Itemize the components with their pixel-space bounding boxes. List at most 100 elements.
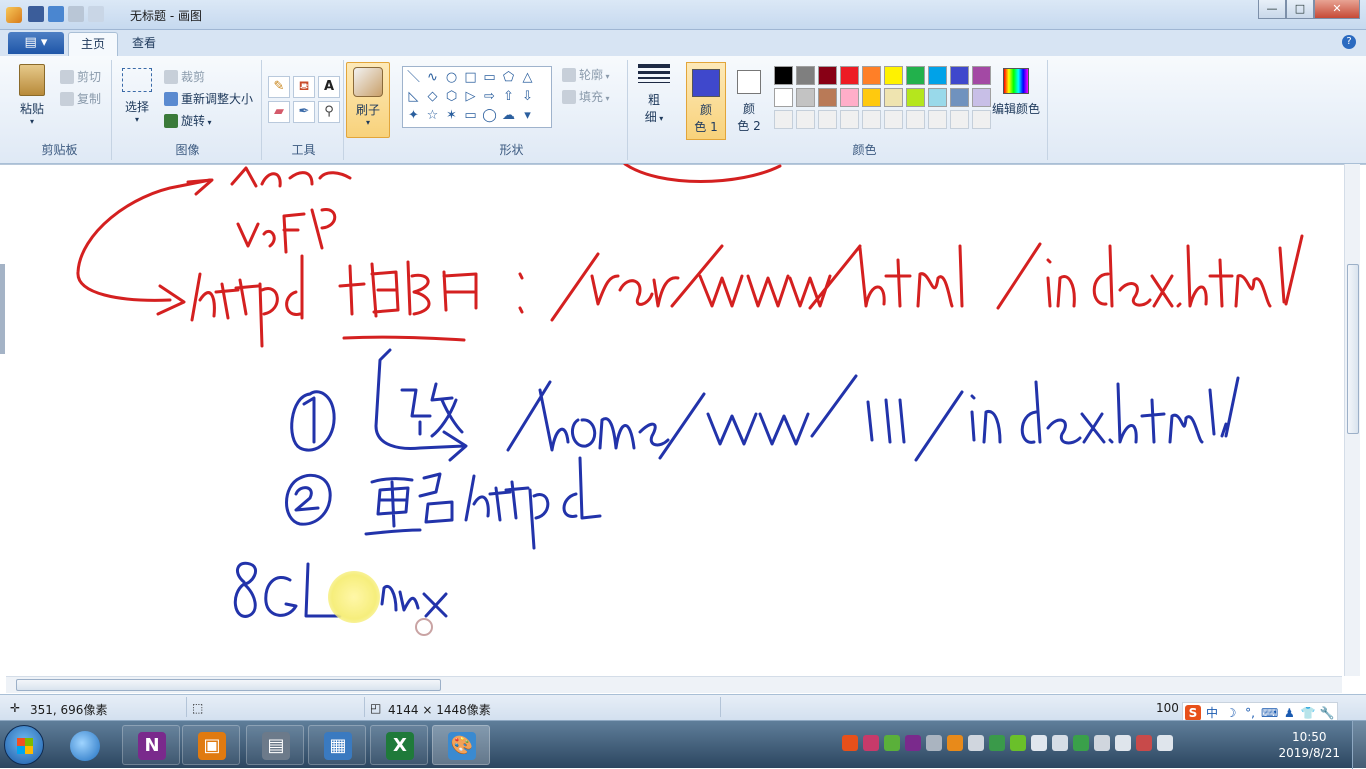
tray-helper-icon[interactable]	[968, 735, 984, 751]
taskbar-app-network[interactable]: ▦	[308, 725, 366, 765]
shape-option[interactable]: ∿	[423, 68, 442, 87]
palette-swatch[interactable]	[840, 110, 859, 129]
zoom-level[interactable]: 100	[1156, 701, 1179, 715]
palette-swatch[interactable]	[774, 88, 793, 107]
tray-network-icon[interactable]	[1157, 735, 1173, 751]
shape-option[interactable]: ⬠	[499, 68, 518, 87]
palette-swatch[interactable]	[818, 66, 837, 85]
tray-onenote-icon[interactable]	[905, 735, 921, 751]
save-icon[interactable]	[28, 6, 44, 22]
shape-option[interactable]: □	[461, 68, 480, 87]
copy-button[interactable]: 复制	[60, 90, 101, 107]
shape-option[interactable]: ▭	[480, 68, 499, 87]
shape-option[interactable]: ⬡	[442, 87, 461, 106]
palette-swatch[interactable]	[884, 66, 903, 85]
ime-punct-icon[interactable]: °,	[1242, 705, 1258, 721]
brushes-button[interactable]: 刷子 ▾	[346, 62, 390, 138]
tab-view[interactable]: 查看	[120, 32, 168, 56]
ime-user-icon[interactable]: ♟	[1281, 705, 1297, 721]
taskbar-app-paint[interactable]: 🎨	[432, 725, 490, 765]
tray-sogou-icon[interactable]	[842, 735, 858, 751]
shape-option[interactable]: ◯	[480, 106, 499, 125]
shape-option[interactable]: ▾	[518, 106, 537, 125]
shape-option[interactable]: ✶	[442, 106, 461, 125]
palette-swatch[interactable]	[840, 88, 859, 107]
ime-skin-icon[interactable]: 👕	[1300, 705, 1316, 721]
clock[interactable]: 10:50 2019/8/21	[1278, 729, 1340, 761]
palette-swatch[interactable]	[796, 110, 815, 129]
color2-button[interactable]: 颜 色 2	[730, 62, 768, 134]
tray-window-icon[interactable]	[1031, 735, 1047, 751]
color1-button[interactable]: 颜 色 1	[686, 62, 726, 140]
size-button[interactable]: 粗 细 ▾	[634, 62, 674, 125]
text-tool-icon[interactable]: A	[318, 76, 340, 98]
paste-button[interactable]: 粘贴 ▾	[12, 62, 52, 126]
taskbar-app-remote[interactable]: ▤	[246, 725, 304, 765]
tray-app2-icon[interactable]	[947, 735, 963, 751]
fill-bucket-icon[interactable]: ⛾	[293, 76, 315, 98]
ime-moon-icon[interactable]: ☽	[1223, 705, 1239, 721]
palette-swatch[interactable]	[884, 88, 903, 107]
shape-option[interactable]: ◇	[423, 87, 442, 106]
ime-keyboard-icon[interactable]: ⌨	[1261, 705, 1278, 721]
shape-option[interactable]: ⇩	[518, 87, 537, 106]
fill-button[interactable]: 填充 ▾	[562, 88, 610, 105]
maximize-button[interactable]: □	[1286, 0, 1314, 19]
palette-swatch[interactable]	[840, 66, 859, 85]
horizontal-scrollbar[interactable]	[6, 676, 1342, 693]
shape-option[interactable]: ⇧	[499, 87, 518, 106]
palette-swatch[interactable]	[906, 88, 925, 107]
shape-option[interactable]: ▷	[461, 87, 480, 106]
tray-security-icon[interactable]	[989, 735, 1005, 751]
help-icon[interactable]: ?	[1342, 35, 1356, 49]
redo-icon[interactable]	[68, 6, 84, 22]
taskbar-app-vmware[interactable]: ▣	[182, 725, 240, 765]
tray-app-icon[interactable]	[863, 735, 879, 751]
resize-button[interactable]: 重新调整大小	[164, 90, 253, 107]
shape-option[interactable]: ☁	[499, 106, 518, 125]
tray-volume-icon[interactable]	[1115, 735, 1131, 751]
shape-option[interactable]: ＼	[404, 68, 423, 87]
rotate-button[interactable]: 旋转 ▾	[164, 112, 212, 129]
shape-option[interactable]: ▭	[461, 106, 480, 125]
pencil-icon[interactable]: ✎	[268, 76, 290, 98]
outline-button[interactable]: 轮廓 ▾	[562, 66, 610, 83]
palette-swatch[interactable]	[862, 88, 881, 107]
tab-home[interactable]: 主页	[68, 32, 119, 56]
undo-icon[interactable]	[48, 6, 64, 22]
show-desktop-button[interactable]	[1352, 721, 1366, 769]
horizontal-scroll-thumb[interactable]	[16, 679, 441, 691]
paint-app-icon[interactable]	[6, 7, 22, 23]
crop-button[interactable]: 裁剪	[164, 68, 205, 85]
vertical-scrollbar[interactable]	[1344, 164, 1360, 676]
palette-swatch[interactable]	[972, 88, 991, 107]
tray-folder-icon[interactable]	[1094, 735, 1110, 751]
start-button[interactable]	[4, 725, 44, 765]
palette-swatch[interactable]	[928, 88, 947, 107]
palette-swatch[interactable]	[972, 66, 991, 85]
select-button[interactable]: 选择 ▾	[118, 66, 156, 124]
palette-swatch[interactable]	[774, 110, 793, 129]
tray-battery-icon[interactable]	[884, 735, 900, 751]
shape-option[interactable]: ○	[442, 68, 461, 87]
edit-colors-button[interactable]: 编辑颜色	[990, 62, 1042, 117]
palette-swatch[interactable]	[972, 110, 991, 129]
palette-swatch[interactable]	[950, 110, 969, 129]
color-picker-icon[interactable]: ✒	[293, 101, 315, 123]
palette-swatch[interactable]	[818, 110, 837, 129]
ime-settings-icon[interactable]: 🔧	[1319, 705, 1335, 721]
shapes-gallery[interactable]: ＼ ∿ ○ □ ▭ ⬠ △ ◺ ◇ ⬡ ▷ ⇨ ⇧ ⇩ ✦ ☆ ✶ ▭ ◯ ☁ ▾	[402, 66, 552, 128]
palette-swatch[interactable]	[884, 110, 903, 129]
magnifier-icon[interactable]: ⚲	[318, 101, 340, 123]
palette-swatch[interactable]	[862, 66, 881, 85]
ime-language[interactable]: 中	[1204, 705, 1220, 721]
cut-button[interactable]: 剪切	[60, 68, 101, 85]
palette-swatch[interactable]	[928, 66, 947, 85]
tray-printer-icon[interactable]	[926, 735, 942, 751]
palette-swatch[interactable]	[774, 66, 793, 85]
tray-mic-icon[interactable]	[1136, 735, 1152, 751]
sogou-logo-icon[interactable]: S	[1185, 705, 1201, 721]
tray-flag-icon[interactable]	[1073, 735, 1089, 751]
palette-swatch[interactable]	[796, 88, 815, 107]
palette-swatch[interactable]	[862, 110, 881, 129]
